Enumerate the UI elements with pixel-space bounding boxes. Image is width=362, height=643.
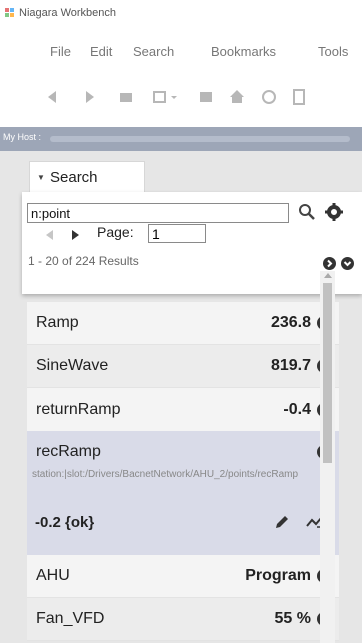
point-name: Ramp [36,314,79,331]
results-count: 1 - 20 of 224 Results [28,254,139,268]
search-input[interactable] [27,203,289,223]
document-icon[interactable] [290,88,308,106]
search-pane: ▼ Search Page: 1 - 20 of 224 Results Ram [20,151,362,643]
search-tab[interactable]: ▼ Search [29,161,145,193]
point-value: 236.8 [270,314,311,331]
list-item[interactable]: Fan_VFD 55 % [27,598,339,641]
point-value: Program [245,567,311,584]
next-results-icon[interactable] [323,257,336,270]
menu-search[interactable]: Search [133,44,174,59]
expanded-list-item[interactable]: recRamp station:|slot:/Drivers/BacnetNet… [27,431,339,555]
previous-page-icon[interactable] [46,230,53,240]
folder-icon[interactable] [117,88,135,106]
view-dropdown-icon[interactable] [151,88,181,106]
point-name: AHU [36,567,70,584]
back-arrow-icon[interactable] [44,88,62,106]
save-icon[interactable] [197,88,215,106]
page-number-input[interactable] [148,224,206,243]
list-scrollbar[interactable] [320,271,335,643]
list-item[interactable]: AHU Program [27,555,339,598]
forward-arrow-icon[interactable] [80,88,98,106]
menu-bar: File Edit Search Bookmarks Tools [0,44,362,64]
search-panel: Page: 1 - 20 of 224 Results [22,192,362,294]
host-bar: My Host : [0,127,362,151]
menu-edit[interactable]: Edit [90,44,112,59]
point-value: 819.7 [270,357,311,374]
host-label: My Host : [3,132,42,142]
menu-tools[interactable]: Tools [318,44,348,59]
point-name: Fan_VFD [36,610,105,627]
window-title: Niagara Workbench [19,7,117,19]
point-name: returnRamp [36,401,121,418]
gear-icon[interactable] [324,202,344,222]
point-ord-path: station:|slot:/Drivers/BacnetNetwork/AHU… [32,469,299,480]
left-strip [0,151,20,643]
edit-pencil-icon[interactable] [274,514,290,530]
point-value: 55 % [274,610,311,627]
next-page-icon[interactable] [72,230,79,240]
page-label: Page: [97,224,134,240]
point-name: SineWave [36,357,109,374]
menu-bookmarks[interactable]: Bookmarks [211,44,276,59]
expand-all-icon[interactable] [341,257,354,270]
list-item[interactable]: SineWave 819.7 [27,345,339,388]
search-icon[interactable] [297,202,317,222]
list-item[interactable]: Ramp 236.8 [27,302,339,345]
niagara-app-icon [5,8,14,17]
refresh-icon[interactable] [260,88,278,106]
point-status: -0.2 {ok} [35,514,95,531]
scroll-thumb[interactable] [323,283,332,463]
point-value: -0.4 [283,401,311,418]
point-name: recRamp [36,443,101,460]
toolbar [0,88,362,108]
title-bar: Niagara Workbench [0,0,362,28]
expand-caret-icon: ▼ [37,173,45,182]
search-tab-label: Search [50,169,98,186]
scroll-up-arrow-icon[interactable] [324,273,332,278]
menu-file[interactable]: File [50,44,71,59]
home-icon[interactable] [228,88,246,106]
results-list: Ramp 236.8 SineWave 819.7 returnRamp -0.… [27,302,339,643]
host-path-redacted [50,136,350,142]
